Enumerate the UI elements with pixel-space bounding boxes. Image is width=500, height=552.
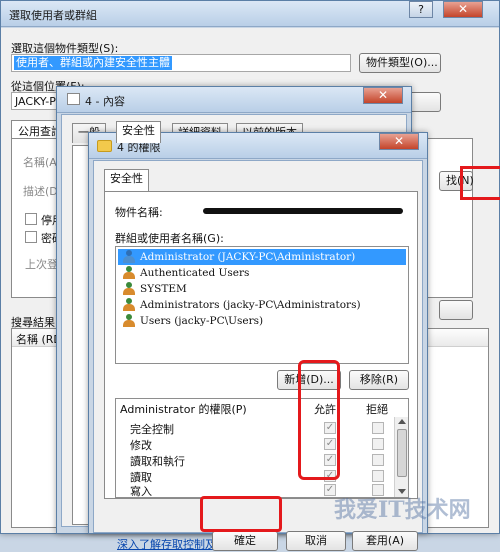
perm-name: 完全控制: [130, 423, 174, 436]
properties-close-button[interactable]: ✕: [363, 87, 403, 104]
list-item[interactable]: Users (jacky-PC\Users): [118, 313, 406, 329]
watermark: 我爱IT技术网: [334, 497, 471, 523]
perm-for-label: Administrator 的權限(P): [120, 403, 247, 416]
object-type-field[interactable]: 使用者、群組或內建安全性主體: [11, 54, 351, 72]
perm-name: 寫入: [130, 485, 152, 498]
permissions-client: 安全性 物件名稱: 群組或使用者名稱(G): Administrator (JA…: [93, 160, 424, 551]
group-icon: [122, 266, 136, 280]
list-item[interactable]: Administrator (JACKY-PC\Administrator): [118, 249, 406, 265]
annotation-ok-button: [200, 496, 282, 532]
groups-label: 群組或使用者名稱(G):: [115, 232, 224, 245]
scroll-up-arrow[interactable]: [398, 419, 406, 424]
group-icon: [122, 314, 136, 328]
permissions-close-button[interactable]: ✕: [379, 133, 419, 150]
select-users-titlebar[interactable]: 選取使用者或群組 ? ✕: [1, 1, 499, 27]
list-item-label: Administrator (JACKY-PC\Administrator): [140, 251, 356, 263]
object-type-value: 使用者、群組或內建安全性主體: [14, 56, 172, 70]
close-icon: ✕: [393, 134, 405, 148]
permissions-dialog: 4 的權限 ✕ 安全性 物件名稱: 群組或使用者名稱(G): Administr…: [88, 132, 428, 551]
nonexpiring-password-checkbox[interactable]: [25, 231, 37, 243]
user-icon: [122, 250, 136, 264]
deny-header: 拒絕: [366, 403, 388, 416]
deny-checkbox[interactable]: [372, 438, 384, 450]
help-button[interactable]: ?: [409, 1, 433, 18]
users-list[interactable]: Administrator (JACKY-PC\Administrator) A…: [115, 246, 409, 364]
list-item-label: Administrators (jacky-PC\Administrators): [140, 299, 361, 311]
properties-title: 4 - 內容: [85, 95, 125, 108]
tab-security-perm-label: 安全性: [110, 172, 143, 185]
permissions-tabstrip: 安全性: [104, 169, 424, 193]
annotation-find-now: [460, 166, 500, 200]
permissions-grid: Administrator 的權限(P) 允許 拒絕 完全控制 ✓ 修改 ✓ 讀…: [115, 398, 409, 498]
object-types-button[interactable]: 物件類型(O)...: [359, 53, 441, 73]
cancel-button[interactable]: 取消: [286, 531, 346, 551]
perm-name: 讀取和執行: [130, 455, 185, 468]
close-icon: ✕: [457, 2, 469, 16]
deny-checkbox[interactable]: [372, 470, 384, 482]
deny-checkbox[interactable]: [372, 454, 384, 466]
object-name-redacted: [203, 208, 403, 214]
stop-button[interactable]: [439, 300, 473, 320]
scroll-thumb[interactable]: [397, 429, 407, 477]
deny-checkbox[interactable]: [372, 422, 384, 434]
tab-security-perm[interactable]: 安全性: [104, 169, 149, 191]
permissions-panel: 物件名稱: 群組或使用者名稱(G): Administrator (JACKY-…: [104, 191, 418, 551]
name-label: 名稱(A: [23, 156, 57, 169]
remove-button[interactable]: 移除(R): [349, 370, 409, 390]
annotation-allow-column: [298, 360, 340, 480]
list-item-label: Authenticated Users: [140, 267, 250, 279]
last-logon-label: 上次登: [25, 258, 58, 271]
ok-button[interactable]: 確定: [212, 531, 278, 551]
tab-security[interactable]: 安全性: [116, 121, 161, 143]
folder-icon: [97, 140, 112, 152]
description-label: 描述(D: [23, 185, 58, 198]
group-icon: [122, 298, 136, 312]
list-item-label: Users (jacky-PC\Users): [140, 315, 264, 327]
list-item[interactable]: Authenticated Users: [118, 265, 406, 281]
list-item[interactable]: Administrators (jacky-PC\Administrators): [118, 297, 406, 313]
list-item-label: SYSTEM: [140, 283, 187, 295]
select-users-title: 選取使用者或群組: [9, 9, 97, 22]
group-icon: [122, 282, 136, 296]
properties-folder-icon: [67, 93, 80, 105]
perm-scrollbar[interactable]: [394, 417, 408, 497]
apply-button[interactable]: 套用(A): [352, 531, 418, 551]
disabled-accounts-checkbox[interactable]: [25, 213, 37, 225]
properties-titlebar[interactable]: 4 - 內容 ✕: [57, 87, 411, 113]
list-item[interactable]: SYSTEM: [118, 281, 406, 297]
perm-name: 修改: [130, 439, 152, 452]
close-icon: ✕: [377, 88, 389, 102]
object-name-label: 物件名稱:: [115, 206, 163, 219]
tab-security-label: 安全性: [122, 124, 155, 137]
close-button[interactable]: ✕: [443, 1, 483, 18]
